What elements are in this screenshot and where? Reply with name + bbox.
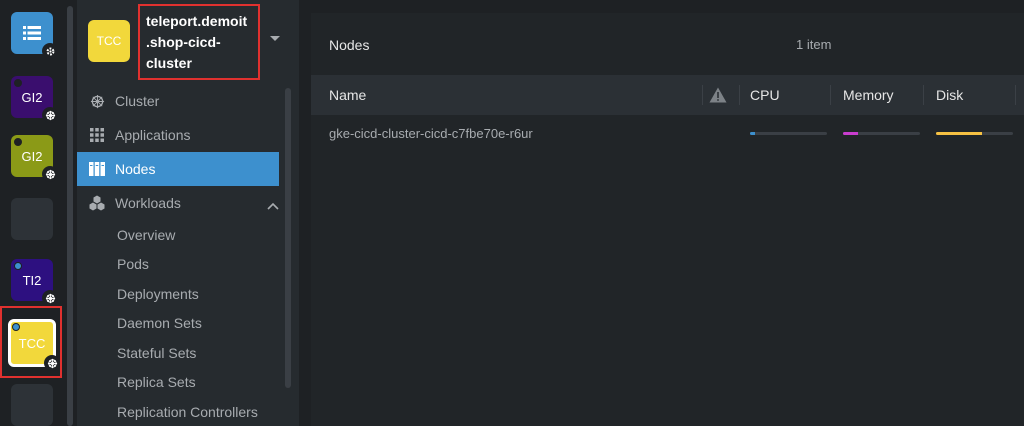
sidebar-item-workloads[interactable]: Workloads — [77, 186, 283, 220]
cluster-name-line: .shop-cicd- — [146, 34, 221, 50]
status-dot — [14, 262, 22, 270]
item-count: 1 item — [796, 37, 832, 52]
column-divider — [923, 85, 924, 105]
hotbar-cluster-tcc[interactable]: TCC — [8, 319, 60, 371]
table-header: Name CPU Memory Disk — [311, 75, 1024, 115]
sidebar-item-cluster[interactable]: Cluster — [77, 84, 283, 118]
kube-icon — [42, 166, 58, 182]
chevron-up-icon[interactable] — [267, 197, 279, 213]
hotbar-scrollbar[interactable] — [67, 6, 73, 426]
hotbar-cluster-ti2[interactable]: TI2 — [11, 259, 58, 306]
cluster-name-line: teleport.demoit — [146, 13, 248, 29]
node-name: gke-cicd-cluster-cicd-c7fbe70e-r6ur — [329, 126, 533, 141]
column-divider — [1015, 85, 1016, 105]
disk-usage-fill — [936, 132, 983, 135]
column-header-disk[interactable]: Disk — [936, 75, 963, 115]
column-header-name[interactable]: Name — [329, 75, 366, 115]
column-header-memory[interactable]: Memory — [843, 75, 894, 115]
cluster-avatar: TCC — [88, 20, 130, 62]
cluster-name-line: cluster — [146, 55, 192, 71]
column-header-cpu[interactable]: CPU — [750, 75, 780, 115]
kube-icon — [42, 107, 58, 123]
nodes-icon — [89, 161, 105, 177]
gear-icon — [42, 43, 58, 59]
status-dot — [14, 79, 22, 87]
sidebar-item-label: Cluster — [115, 93, 160, 109]
kube-icon — [44, 355, 60, 371]
sidebar-nav: Cluster Applications Nodes Workloads Ove… — [77, 84, 283, 426]
column-header-warning[interactable] — [709, 75, 727, 115]
status-dot — [12, 323, 20, 331]
page-title: Nodes — [329, 37, 370, 53]
sidebar-subitem-stateful-sets[interactable]: Stateful Sets — [77, 338, 283, 368]
memory-usage-bar — [843, 132, 920, 135]
chevron-down-icon[interactable] — [270, 36, 280, 41]
hotbar-cluster-gi2-a[interactable]: GI2 — [11, 76, 58, 123]
main-header: Nodes 1 item — [311, 13, 1024, 75]
hotbar-cluster-label: TI2 — [22, 272, 42, 288]
hotbar: GI2 GI2 TI2 TCC — [0, 0, 66, 426]
cpu-usage-fill — [750, 132, 755, 135]
sidebar-scrollbar[interactable] — [285, 88, 291, 388]
column-divider — [830, 85, 831, 105]
table-row[interactable]: gke-cicd-cluster-cicd-c7fbe70e-r6ur — [311, 115, 1024, 151]
kube-icon — [89, 93, 105, 109]
sidebar-subitem-daemon-sets[interactable]: Daemon Sets — [77, 309, 283, 339]
status-dot — [14, 138, 22, 146]
sidebar-item-label: Nodes — [115, 161, 156, 177]
main-panel: Nodes 1 item Name CPU Memory Disk gke-ci… — [311, 13, 1024, 426]
sidebar-subitem-replica-sets[interactable]: Replica Sets — [77, 368, 283, 398]
warning-icon — [709, 87, 727, 103]
catalog-button[interactable] — [11, 12, 58, 59]
sidebar-item-label: Workloads — [115, 195, 181, 211]
catalog-icon — [23, 26, 41, 40]
cluster-name: teleport.demoit .shop-cicd- cluster — [138, 4, 260, 80]
hotbar-cluster-label: GI2 — [21, 89, 43, 105]
disk-usage-bar — [936, 132, 1013, 135]
hotbar-cluster-label: GI2 — [21, 148, 43, 164]
workloads-icon — [89, 195, 105, 211]
sidebar: TCC teleport.demoit .shop-cicd- cluster … — [77, 0, 299, 426]
sidebar-subitem-deployments[interactable]: Deployments — [77, 279, 283, 309]
cpu-usage-bar — [750, 132, 827, 135]
app-window: GI2 GI2 TI2 TCC TCC teleport.demoit .sho… — [0, 0, 1024, 426]
hotbar-cluster-label: TCC — [18, 335, 46, 351]
sidebar-subitem-overview[interactable]: Overview — [77, 220, 283, 250]
kube-icon — [42, 290, 58, 306]
sidebar-subitem-pods[interactable]: Pods — [77, 250, 283, 280]
column-divider — [739, 85, 740, 105]
sidebar-subitem-replication-controllers[interactable]: Replication Controllers — [77, 397, 283, 426]
memory-usage-fill — [843, 132, 859, 135]
hotbar-cluster-gi2-b[interactable]: GI2 — [11, 135, 58, 182]
apps-grid-icon — [89, 127, 105, 143]
column-divider — [702, 85, 703, 105]
sidebar-item-nodes[interactable]: Nodes — [77, 152, 279, 186]
sidebar-item-applications[interactable]: Applications — [77, 118, 283, 152]
sidebar-item-label: Applications — [115, 127, 191, 143]
cluster-header[interactable]: TCC teleport.demoit .shop-cicd- cluster — [77, 0, 299, 84]
hotbar-empty-slot[interactable] — [11, 384, 53, 426]
hotbar-empty-slot[interactable] — [11, 198, 53, 240]
